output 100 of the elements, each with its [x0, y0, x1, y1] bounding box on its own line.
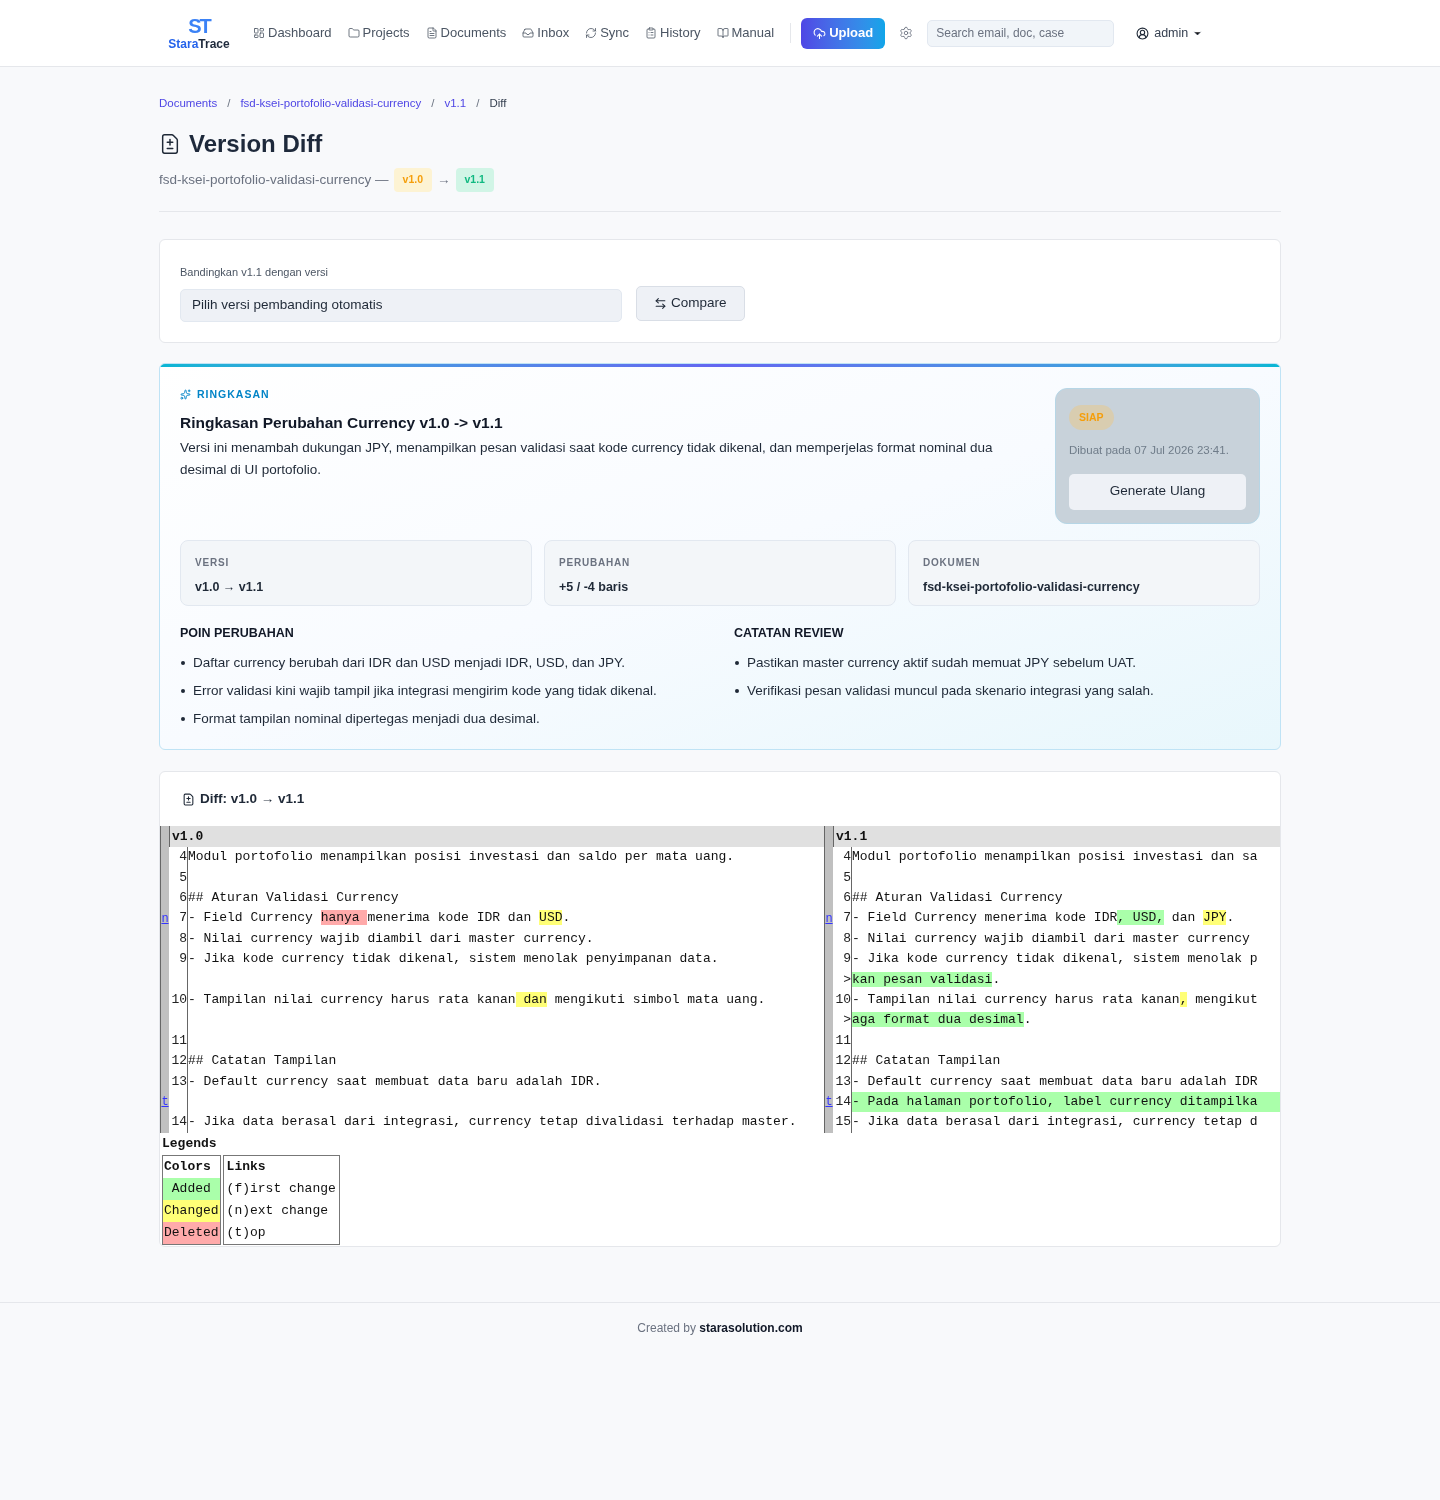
breadcrumb-link[interactable]: Documents — [159, 95, 218, 113]
sparkle-icon — [180, 388, 191, 400]
diff-line: Modul portofolio menampilkan posisi investasi dan sa — [852, 849, 1258, 865]
summary-title: Ringkasan Perubahan Currency v1.0 -> v1.1 — [180, 413, 504, 434]
stat-value: fsd-ksei-portofolio-validasi-currency — [923, 578, 1141, 596]
diff-line: - Default currency saat membuat data baru adalah IDR — [852, 1073, 1258, 1089]
search-field[interactable]: Search email, doc, case — [927, 19, 1115, 47]
nav-link[interactable]: Documents — [419, 23, 513, 43]
line-number: 7 — [169, 908, 188, 929]
line-number: 12 — [169, 1051, 188, 1072]
diff-line: ## Aturan Validasi Currency — [852, 890, 1063, 906]
diff-nav-link[interactable]: n — [161, 908, 169, 929]
regenerate-button[interactable]: Generate Ulang — [1069, 473, 1246, 510]
list-item: Verifikasi pesan validasi muncul pada skenario integrasi yang salah. — [747, 682, 1154, 701]
upload-icon — [813, 26, 827, 40]
bullet-icon — [181, 661, 185, 666]
user-icon — [1136, 26, 1150, 40]
column-header: v1.1 — [833, 826, 1280, 848]
diff-title: Diff: v1.0 → v1.1 — [200, 790, 305, 809]
folder-icon — [347, 27, 360, 39]
legend-color: Deleted — [163, 1222, 220, 1245]
diff-line: ## Catatan Tampilan — [188, 1053, 337, 1069]
line-number: 4 — [833, 847, 852, 868]
swap-icon — [654, 297, 667, 310]
settings-icon[interactable] — [899, 26, 914, 40]
stat-label: PERUBAHAN — [559, 555, 632, 570]
list-item: Format tampilan nominal dipertegas menjadi dua desimal. — [193, 710, 540, 729]
diff-line: ## Catatan Tampilan — [852, 1053, 1001, 1069]
nav-link[interactable]: Manual — [710, 23, 781, 43]
arrow-symbol: → — [437, 171, 451, 189]
list-heading: POIN PERUBAHAN — [180, 624, 295, 642]
column-header: v1.0 — [169, 826, 824, 848]
diff-line: - Field Currency menerima kode IDR, USD, dan JPY. — [852, 910, 1235, 926]
version-select[interactable]: Pilih versi pembanding otomatis — [180, 288, 622, 322]
list-item: Pastikan master currency aktif sudah memuat JPY sebelum UAT. — [747, 654, 1136, 673]
breadcrumb-link[interactable]: Diff — [489, 95, 507, 113]
line-number: 9 — [833, 949, 852, 970]
created-timestamp: Dibuat pada 07 Jul 2026 23:41. — [1069, 443, 1230, 459]
line-number: 8 — [833, 928, 852, 950]
inbox-icon — [522, 27, 535, 39]
diff-line: - Nilai currency wajib diambil dari master currency — [852, 930, 1250, 946]
status-badge: SIAP — [1069, 404, 1114, 431]
breadcrumb-link[interactable]: fsd-ksei-portofolio-validasi-currency — [240, 95, 422, 113]
stat-value: +5 / -4 baris — [559, 578, 630, 596]
nav-link[interactable]: Inbox — [516, 23, 576, 43]
diff-line: - Jika data berasal dari integrasi, currency tetap divalidasi terhadap master. — [188, 1114, 797, 1130]
diff-file-icon — [182, 792, 195, 806]
nav-link[interactable]: Dashboard — [247, 23, 338, 43]
footer-credit: Created by starasolution.com — [637, 1320, 803, 1338]
version-badge: v1.0 — [393, 168, 432, 192]
page-title: Version Diff — [189, 129, 323, 160]
line-number: 4 — [169, 847, 188, 868]
breadcrumb-link[interactable]: v1.1 — [444, 95, 467, 113]
dashboard-icon — [253, 27, 265, 39]
list-item: Daftar currency berubah dari IDR dan USD menjadi IDR, USD, dan JPY. — [193, 654, 625, 673]
refresh-icon — [585, 27, 598, 39]
line-number: 5 — [169, 867, 188, 889]
line-number: 5 — [833, 867, 852, 889]
diff-line: ## Aturan Validasi Currency — [188, 890, 399, 906]
bullet-icon — [735, 689, 739, 694]
breadcrumb-separator: / — [431, 96, 435, 111]
diff-nav-link[interactable]: t — [161, 1092, 169, 1113]
document-name: fsd-ksei-portofolio-validasi-currency — — [159, 171, 389, 189]
version-badge: v1.1 — [455, 168, 494, 192]
line-number: 6 — [833, 888, 852, 909]
diff-line: - Tampilan nilai currency harus rata kanan dan mengikuti simbol mata uang. — [188, 992, 766, 1007]
list-heading: CATATAN REVIEW — [734, 624, 845, 642]
diff-file-icon — [159, 133, 181, 156]
legend-title: Legends — [161, 1134, 218, 1153]
bullet-icon — [181, 717, 185, 722]
line-number: 14 — [169, 1112, 188, 1133]
line-number: 7 — [833, 908, 852, 929]
diff-line: - Jika kode currency tidak dikenal, sistem menolak p — [852, 951, 1258, 967]
legend-header: Colors — [163, 1158, 212, 1177]
line-number: 11 — [833, 1030, 852, 1052]
nav-link[interactable]: Projects — [341, 23, 416, 43]
upload-button[interactable]: Upload — [801, 17, 886, 49]
summary-description: Versi ini menambah dukungan JPY, menampilkan pesan validasi saat kode currency tidak dikenal, dan memperjelas format nominal dua desimal di UI portofolio. — [180, 438, 994, 479]
stat-value: v1.0 → v1.1 — [195, 578, 265, 596]
diff-nav-link[interactable]: t — [825, 1092, 833, 1113]
diff-nav-link[interactable]: n — [825, 908, 833, 929]
line-number: 11 — [169, 1030, 188, 1052]
bullet-icon — [735, 661, 739, 666]
line-number: 13 — [169, 1071, 188, 1092]
stat-label: VERSI — [195, 555, 230, 570]
user-menu[interactable]: admin — [1154, 23, 1204, 43]
document-icon — [425, 27, 438, 39]
breadcrumb-separator: / — [476, 96, 480, 111]
list-icon — [645, 27, 658, 39]
diff-line: - Field Currency hanya menerima kode IDR dan USD. — [188, 910, 571, 926]
line-number: 8 — [169, 928, 188, 950]
nav-link[interactable]: History — [639, 23, 707, 43]
diff-line: - Nilai currency wajib diambil dari master currency. — [188, 930, 594, 946]
line-number: 9 — [169, 949, 188, 970]
line-number: 10 — [833, 990, 852, 1011]
diff-gutter — [160, 826, 169, 848]
line-number: 13 — [833, 1071, 852, 1092]
legend-color: Added — [163, 1178, 220, 1201]
compare-button[interactable]: Compare — [636, 286, 745, 321]
nav-link[interactable]: Sync — [579, 23, 636, 43]
